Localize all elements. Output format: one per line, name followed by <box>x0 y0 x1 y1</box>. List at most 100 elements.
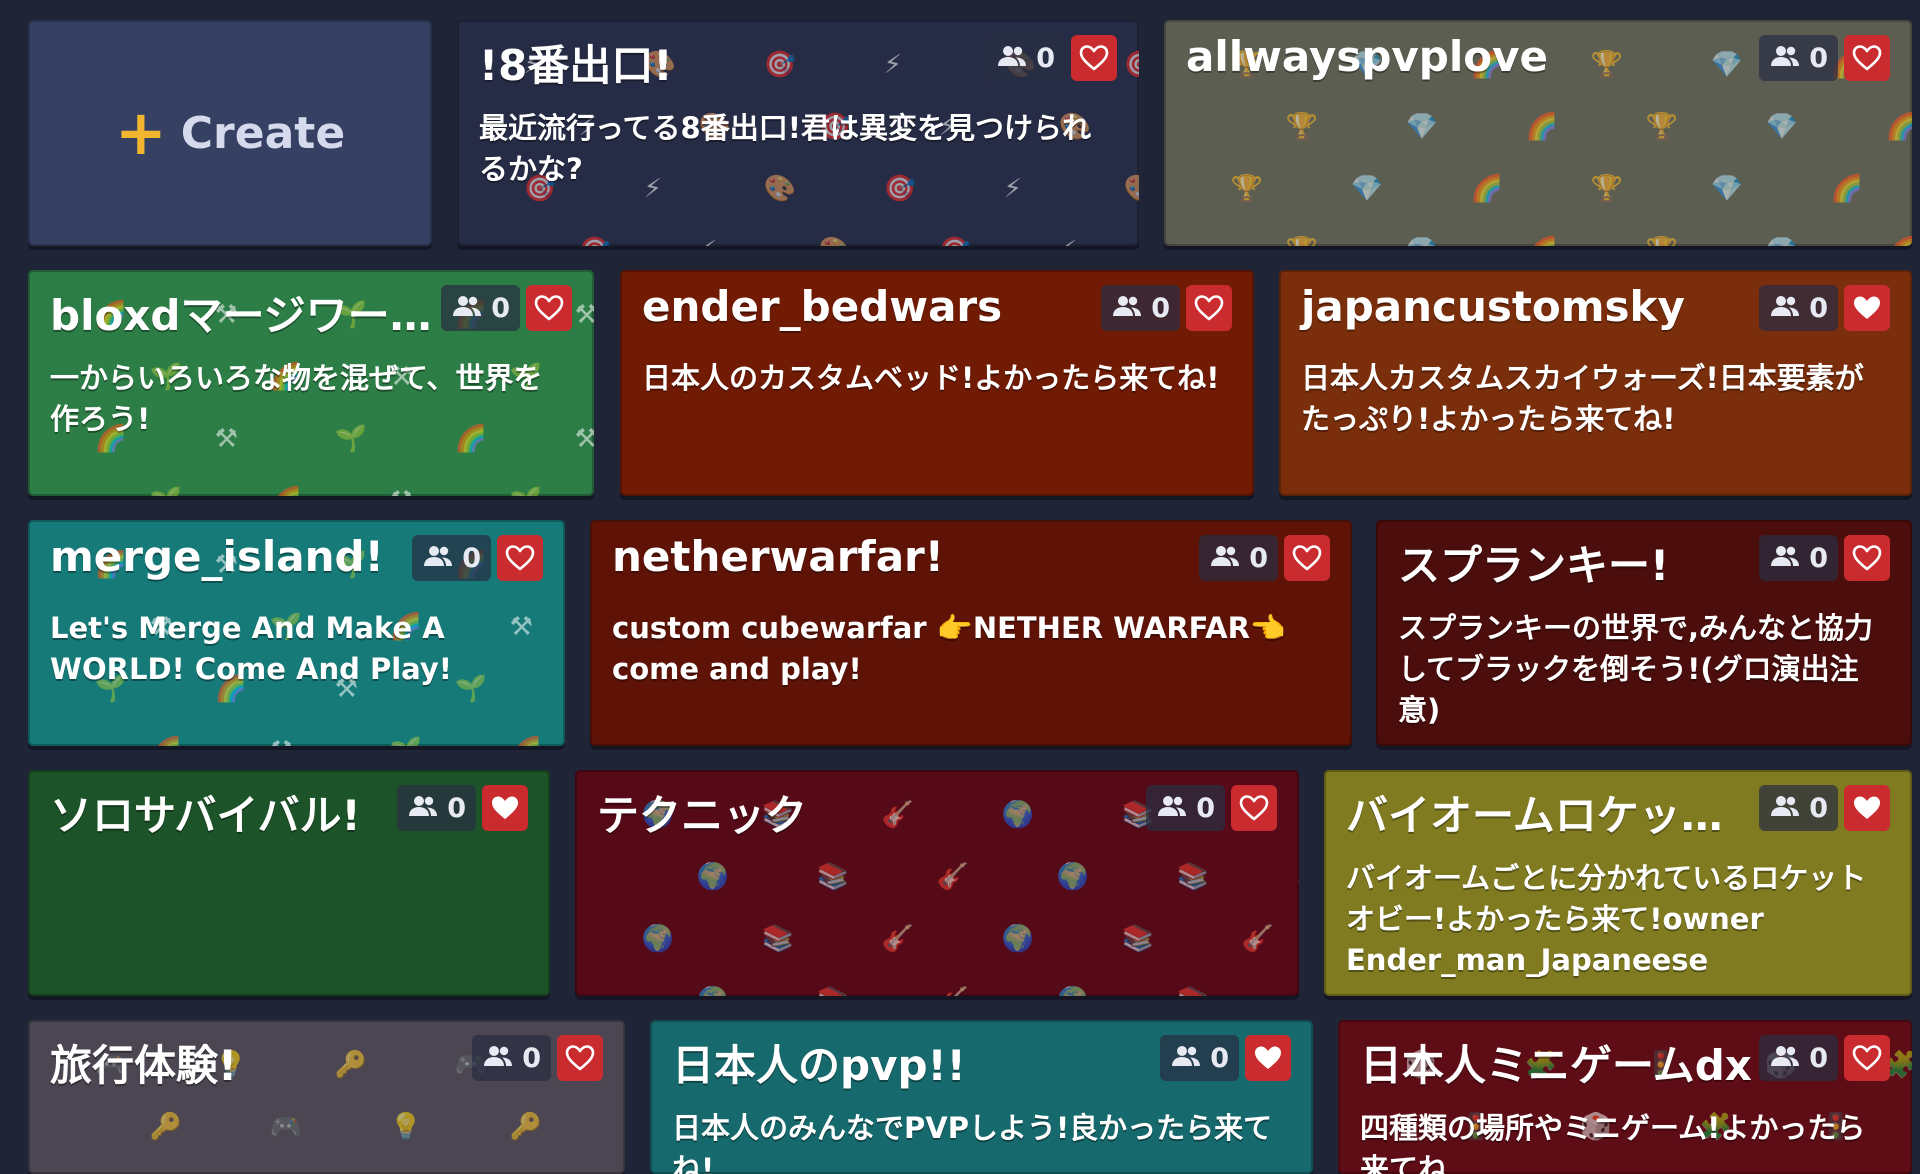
card-stats: 0 <box>1146 785 1277 831</box>
player-count: 0 <box>462 542 481 574</box>
card-title: merge_island! <box>50 532 384 581</box>
card-stats: 0 <box>1759 535 1890 581</box>
heart-icon[interactable] <box>526 285 572 331</box>
card-description: 日本人のみんなでPVPしよう!良かったら来てね! <box>672 1111 1273 1174</box>
card-stats: 0 <box>1759 35 1890 81</box>
player-count-badge: 0 <box>1759 785 1838 831</box>
card-description: Let's Merge And Make A WORLD! Come And P… <box>50 611 452 686</box>
card-stats: 0 <box>986 35 1117 81</box>
card-description: 日本人のカスタムベッド!よかったら来てね! <box>642 361 1220 395</box>
player-count: 0 <box>1196 792 1215 824</box>
card-stats: 0 <box>472 1035 603 1081</box>
heart-filled-icon[interactable] <box>1245 1035 1291 1081</box>
player-count-badge: 0 <box>472 1035 551 1081</box>
player-count: 0 <box>1036 42 1055 74</box>
card-title: bloxdマージワー… <box>50 291 432 340</box>
heart-icon[interactable] <box>1844 535 1890 581</box>
card-stats: 0 <box>397 785 528 831</box>
player-count: 0 <box>522 1042 541 1074</box>
player-count: 0 <box>1210 1042 1229 1074</box>
player-count-badge: 0 <box>412 535 491 581</box>
card-title: 日本人のpvp!! <box>672 1041 966 1090</box>
player-count-badge: 0 <box>1146 785 1225 831</box>
card-title: ソロサバイバル! <box>50 791 361 840</box>
game-card[interactable]: 🎮💡🔑🎮💡🔑🎮💡🔑旅行体験!0 <box>28 1020 625 1174</box>
card-title: バイオームロケッ… <box>1346 791 1723 840</box>
card-title: 日本人ミニゲームdx <box>1360 1041 1752 1090</box>
card-description: custom cubewarfar 👉NETHER WARFAR👈 come a… <box>612 611 1287 686</box>
people-icon <box>1769 794 1801 822</box>
people-icon <box>1769 294 1801 322</box>
people-icon <box>1769 544 1801 572</box>
game-card[interactable]: スプランキー! 0 スプランキーの世界で,みんなと協力してブラックを倒そう!(グロ演… <box>1376 520 1912 746</box>
card-title: netherwarfar! <box>612 532 944 581</box>
heart-icon[interactable] <box>1844 1035 1890 1081</box>
player-count-badge: 0 <box>1759 1035 1838 1081</box>
game-card[interactable]: 🏆💎🌈🏆💎🌈🏆💎🌈🏆💎🌈🏆💎🌈🏆💎🌈🏆💎🌈🏆💎🌈allwayspvplove0 <box>1164 20 1912 246</box>
player-count: 0 <box>1809 792 1828 824</box>
player-count-badge: 0 <box>1759 35 1838 81</box>
game-card[interactable]: japancustomsky 0 日本人カスタムスカイウォーズ!日本要素がたっぷり!… <box>1279 270 1912 496</box>
card-stats: 0 <box>441 285 572 331</box>
player-count: 0 <box>491 292 510 324</box>
card-title: スプランキー! <box>1398 541 1670 590</box>
heart-icon[interactable] <box>1844 35 1890 81</box>
player-count: 0 <box>1809 42 1828 74</box>
game-card[interactable]: 🌈⚒🌱🌈⚒🌱🌈⚒🌱🌈⚒🌱🌈⚒🌱🌈merge_island!0Let's Merg… <box>28 520 565 746</box>
game-card[interactable]: ender_bedwars 0 日本人のカスタムベッド!よかったら来てね! <box>620 270 1254 496</box>
card-stats: 0 <box>1101 285 1232 331</box>
people-icon <box>1170 1044 1202 1072</box>
card-title: japancustomsky <box>1301 282 1685 331</box>
card-description: 日本人カスタムスカイウォーズ!日本要素がたっぷり!よかったら来てね! <box>1301 361 1864 436</box>
people-icon <box>407 794 439 822</box>
player-count-badge: 0 <box>986 35 1065 81</box>
game-card[interactable]: netherwarfar! 0 custom cubewarfar 👉NETHER … <box>590 520 1352 746</box>
card-stats: 0 <box>1199 535 1330 581</box>
heart-icon[interactable] <box>1186 285 1232 331</box>
people-icon <box>422 544 454 572</box>
heart-filled-icon[interactable] <box>482 785 528 831</box>
people-icon <box>451 294 483 322</box>
player-count: 0 <box>1151 292 1170 324</box>
people-icon <box>996 44 1028 72</box>
game-card[interactable]: 🎲🧩🚦🎲🧩🚦🎲🧩🚦日本人ミニゲームdx0四種類の場所やミニゲーム!よかったら来て… <box>1338 1020 1912 1174</box>
game-card[interactable]: 🌍📚🎸🌍📚🎸🌍📚🎸🌍📚🎸🌍📚🎸🌍📚🎸🌍📚🎸🌍📚🎸テクニック0 <box>575 770 1299 996</box>
card-stats: 0 <box>1759 1035 1890 1081</box>
heart-icon[interactable] <box>1284 535 1330 581</box>
game-card[interactable]: ソロサバイバル! 0 <box>28 770 550 996</box>
player-count: 0 <box>1809 292 1828 324</box>
player-count: 0 <box>1249 542 1268 574</box>
card-title: allwayspvplove <box>1186 32 1548 81</box>
card-description: 一からいろいろな物を混ぜて、世界を作ろう! <box>50 361 543 436</box>
card-stats: 0 <box>412 535 543 581</box>
player-count: 0 <box>447 792 466 824</box>
card-description: 最近流行ってる8番出口!君は異変を見つけられるかな? <box>479 111 1091 186</box>
heart-filled-icon[interactable] <box>1844 785 1890 831</box>
card-title: テクニック <box>597 791 808 840</box>
people-icon <box>482 1044 514 1072</box>
card-stats: 0 <box>1759 285 1890 331</box>
game-card[interactable]: バイオームロケッ… 0 バイオームごとに分かれているロケットオビー!よかったら来て!… <box>1324 770 1912 996</box>
game-card[interactable]: 🌈⚒🌱🌈⚒🌱🌈⚒🌱🌈⚒🌱🌈⚒🌱🌈⚒🌱bloxdマージワー…0一からいろいろな物を… <box>28 270 594 496</box>
heart-icon[interactable] <box>1231 785 1277 831</box>
player-count-badge: 0 <box>1199 535 1278 581</box>
heart-icon[interactable] <box>497 535 543 581</box>
player-count-badge: 0 <box>1759 535 1838 581</box>
game-card[interactable]: ⚡🎨🎯⚡🎨🎯⚡🎨🎯⚡🎨🎯⚡🎨🎯⚡🎨🎯⚡🎨🎯⚡!8番出口!0最近流行ってる8番出口… <box>457 20 1139 246</box>
player-count: 0 <box>1809 1042 1828 1074</box>
create-label: Create <box>180 107 346 159</box>
heart-icon[interactable] <box>1071 35 1117 81</box>
create-button[interactable]: + Create <box>28 20 432 246</box>
heart-icon[interactable] <box>557 1035 603 1081</box>
game-card[interactable]: 日本人のpvp!! 0 日本人のみんなでPVPしよう!良かったら来てね! <box>650 1020 1313 1174</box>
card-description: 四種類の場所やミニゲーム!よかったら来てね <box>1360 1111 1866 1174</box>
heart-filled-icon[interactable] <box>1844 285 1890 331</box>
plus-icon: + <box>114 96 167 169</box>
people-icon <box>1209 544 1241 572</box>
card-title: !8番出口! <box>479 41 673 90</box>
card-title: ender_bedwars <box>642 282 1003 331</box>
people-icon <box>1769 44 1801 72</box>
card-description: スプランキーの世界で,みんなと協力してブラックを倒そう!(グロ演出注意) <box>1398 611 1874 727</box>
card-description: バイオームごとに分かれているロケットオビー!よかったら来て!owner Ende… <box>1346 861 1867 977</box>
player-count-badge: 0 <box>397 785 476 831</box>
